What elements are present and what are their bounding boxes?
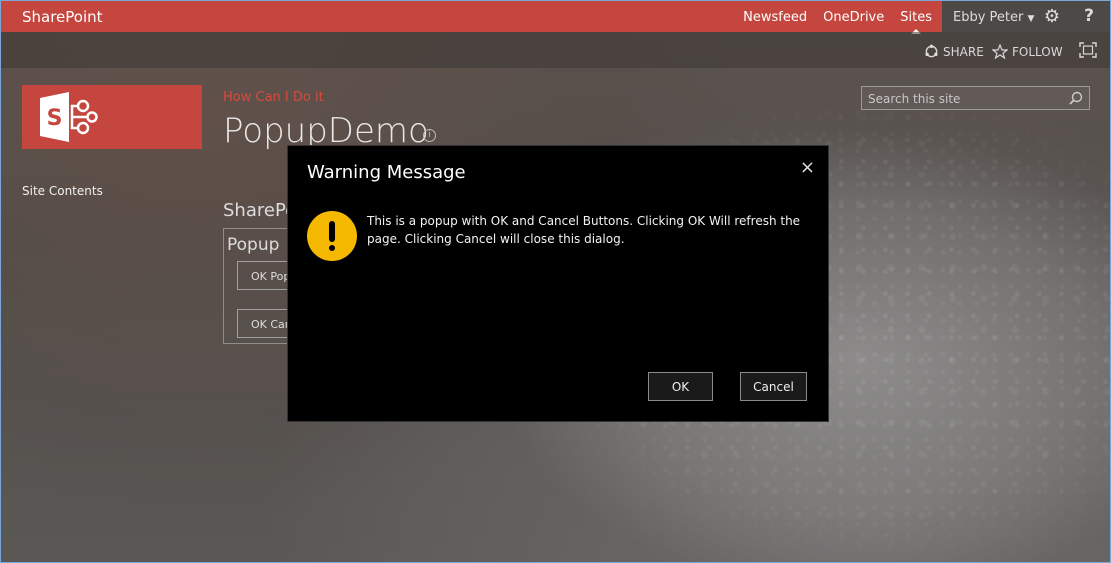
sharepoint-logo-icon: S: [40, 92, 98, 142]
brand-link[interactable]: SharePoint: [22, 8, 103, 26]
breadcrumb[interactable]: How Can I Do it: [223, 90, 324, 105]
nav-site-contents[interactable]: Site Contents: [22, 184, 103, 198]
info-icon[interactable]: i: [423, 129, 436, 142]
search-input[interactable]: [866, 89, 1060, 108]
search-box: [861, 86, 1090, 110]
user-area: Ebby Peter ▼ ⚙ ?: [942, 1, 1110, 32]
nav-onedrive[interactable]: OneDrive: [815, 10, 892, 25]
warning-icon-bar: [329, 221, 335, 242]
sharepoint-window: SharePoint Newsfeed OneDrive Sites Ebby …: [0, 0, 1111, 563]
warning-dialog: Warning Message × This is a popup with O…: [287, 145, 829, 422]
cancel-button[interactable]: Cancel: [740, 372, 807, 401]
site-logo[interactable]: S: [22, 85, 202, 149]
dialog-message: This is a popup with OK and Cancel Butto…: [367, 214, 801, 246]
ok-button[interactable]: OK: [648, 372, 713, 401]
help-icon[interactable]: ?: [1084, 6, 1094, 26]
nav-newsfeed[interactable]: Newsfeed: [735, 10, 815, 25]
follow-button[interactable]: FOLLOW: [992, 44, 1063, 59]
share-label: SHARE: [943, 44, 984, 59]
share-button[interactable]: SHARE: [924, 44, 984, 59]
gear-icon[interactable]: ⚙: [1044, 6, 1060, 27]
suite-bar: SharePoint Newsfeed OneDrive Sites Ebby …: [1, 1, 1110, 32]
star-icon: [992, 44, 1008, 59]
chevron-down-icon: ▼: [1027, 14, 1035, 24]
suite-nav: Newsfeed OneDrive Sites: [735, 10, 940, 25]
user-menu[interactable]: Ebby Peter ▼: [953, 10, 1034, 25]
close-icon[interactable]: ×: [800, 157, 815, 178]
nav-sites[interactable]: Sites: [892, 10, 940, 25]
warning-icon-dot: [329, 245, 335, 251]
webpart-title: SharePo: [223, 200, 297, 221]
dialog-title: Warning Message: [307, 162, 466, 183]
focus-button[interactable]: [1079, 42, 1097, 58]
action-bar: SHARE FOLLOW: [1, 32, 1110, 68]
share-icon: [925, 44, 938, 58]
search-icon[interactable]: [1069, 91, 1083, 105]
follow-label: FOLLOW: [1012, 44, 1063, 59]
user-name: Ebby Peter: [953, 10, 1024, 25]
warning-icon: [307, 211, 357, 261]
webpart-subtitle: Popup: [227, 235, 280, 255]
focus-mode-icon: [1079, 42, 1097, 58]
svg-text:S: S: [47, 106, 63, 131]
